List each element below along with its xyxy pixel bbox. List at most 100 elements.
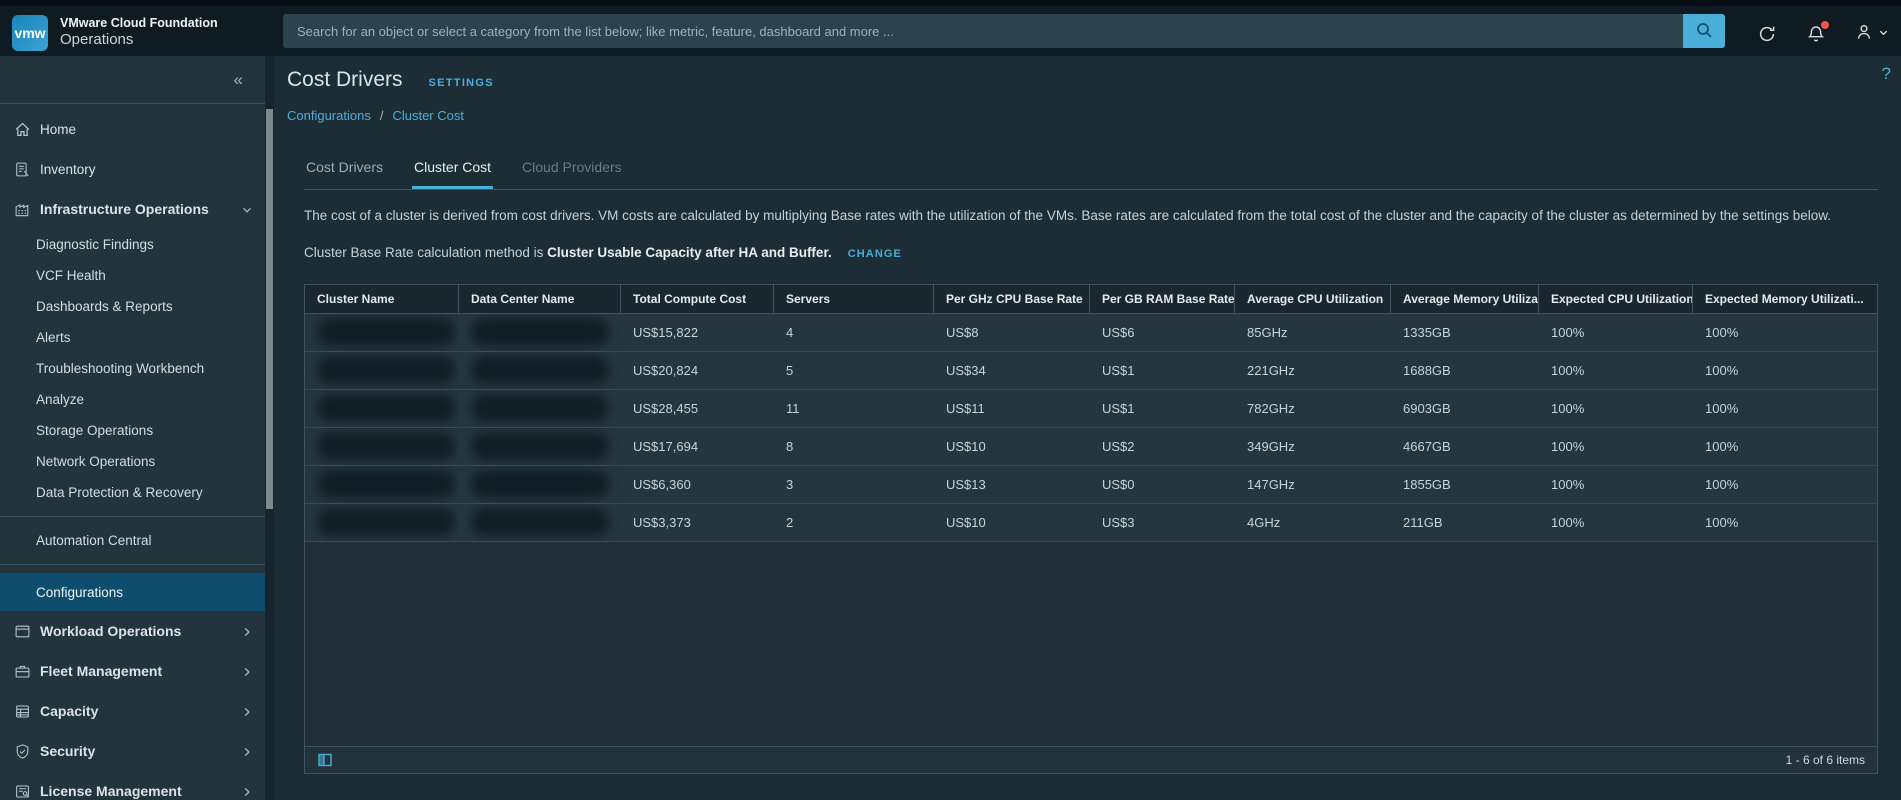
cell-average-cpu-utilization: 4GHz (1247, 514, 1281, 530)
product-subname: Operations (60, 31, 134, 49)
table-row[interactable]: US$17,694 8 US$10 US$2 349GHz 4667GB 100% 100% (305, 427, 1877, 466)
settings-link[interactable]: SETTINGS (429, 77, 494, 89)
sidebar-item-capacity[interactable]: Capacity (0, 691, 265, 731)
cell-total-compute-cost: US$15,822 (633, 324, 699, 340)
redacted-cluster-name (317, 318, 455, 347)
sidebar-item-security[interactable]: Security (0, 731, 265, 771)
cell-average-cpu-utilization: 85GHz (1247, 324, 1288, 340)
top-bar: vmw VMware Cloud Foundation Operations (0, 0, 1901, 56)
cell-expected-memory-utilizati: 100% (1705, 400, 1739, 416)
sidebar-item-fleet-management[interactable]: Fleet Management (0, 651, 265, 691)
cell-per-ghz-cpu-base-rate: US$8 (946, 324, 979, 340)
breadcrumb-configurations[interactable]: Configurations (287, 108, 371, 123)
breadcrumb-cluster-cost[interactable]: Cluster Cost (392, 108, 464, 123)
table-row[interactable]: US$15,822 4 US$8 US$6 85GHz 1335GB 100% 100% (305, 313, 1877, 352)
sidebar-item-label: Network Operations (36, 454, 156, 469)
column-header-average-memory-utilization[interactable]: Average Memory Utilization (1391, 284, 1539, 313)
sidebar-item-license-management[interactable]: License Management (0, 771, 265, 800)
tab-cloud-providers[interactable]: Cloud Providers (520, 153, 624, 189)
sidebar-item-inventory[interactable]: Inventory (0, 149, 265, 189)
cell-average-memory-utilization: 1335GB (1403, 324, 1451, 340)
column-header-expected-memory-utilizati[interactable]: Expected Memory Utilizati... (1693, 285, 1877, 313)
sidebar-scrollbar-thumb[interactable] (266, 109, 273, 509)
redacted-data-center-name (471, 318, 609, 347)
column-header-average-cpu-utilization[interactable]: Average CPU Utilization (1235, 284, 1391, 313)
column-header-total-compute-cost[interactable]: Total Compute Cost (621, 284, 774, 313)
sidebar-item-configurations[interactable]: Configurations (0, 573, 265, 611)
sidebar-item-workload-operations[interactable]: Workload Operations (0, 611, 265, 651)
search-input[interactable] (283, 14, 1683, 48)
help-icon[interactable]: ? (1882, 64, 1891, 84)
cell-total-compute-cost: US$28,455 (633, 400, 699, 416)
sidebar-item-automation-central[interactable]: Automation Central (0, 525, 265, 556)
sidebar-item-label: Security (40, 743, 96, 759)
redacted-cluster-name (317, 508, 455, 537)
brand[interactable]: vmw VMware Cloud Foundation Operations (12, 15, 218, 51)
tab-cluster-cost[interactable]: Cluster Cost (412, 153, 494, 189)
sidebar-item-analyze[interactable]: Analyze (0, 384, 265, 415)
table-row[interactable]: US$3,373 2 US$10 US$3 4GHz 211GB 100% 100% (305, 503, 1877, 542)
sidebar-item-label: Alerts (36, 330, 71, 345)
sidebar-item-dashboards-reports[interactable]: Dashboards & Reports (0, 291, 265, 322)
column-header-servers[interactable]: Servers (774, 284, 934, 313)
cell-cluster-name (305, 314, 459, 351)
sidebar-collapse-button[interactable]: « (0, 56, 265, 104)
column-header-cluster-name[interactable]: Cluster Name (305, 284, 459, 313)
tab-cost-drivers[interactable]: Cost Drivers (304, 153, 385, 189)
column-header-data-center-name[interactable]: Data Center Name (459, 284, 621, 313)
sidebar-item-data-protection-recovery[interactable]: Data Protection & Recovery (0, 477, 265, 508)
cell-expected-memory-utilizati: 100% (1705, 438, 1739, 454)
chevron-down-icon (1878, 25, 1889, 43)
cell-per-ghz-cpu-base-rate: US$11 (946, 400, 985, 416)
cell-average-memory-utilization: 1855GB (1403, 476, 1451, 492)
fleet-icon (14, 663, 31, 680)
cell-expected-memory-utilizati: 100% (1705, 476, 1739, 492)
license-icon (14, 783, 31, 800)
bell-icon[interactable] (1805, 21, 1829, 45)
cell-expected-cpu-utilization: 100% (1551, 362, 1585, 378)
redacted-data-center-name (471, 432, 609, 461)
refresh-icon[interactable] (1756, 23, 1778, 45)
cell-per-gb-ram-base-rate: US$3 (1102, 514, 1135, 530)
breadcrumb-separator: / (379, 108, 384, 123)
sidebar-item-label: Inventory (40, 161, 96, 177)
column-picker-icon[interactable] (317, 752, 333, 768)
cell-average-cpu-utilization: 349GHz (1247, 438, 1295, 454)
sidebar-item-label: Data Protection & Recovery (36, 485, 203, 500)
sidebar-item-storage-operations[interactable]: Storage Operations (0, 415, 265, 446)
cell-cluster-name (305, 428, 459, 465)
redacted-cluster-name (317, 432, 455, 461)
cell-total-compute-cost: US$20,824 (633, 362, 699, 378)
global-search (283, 14, 1725, 48)
column-header-per-gb-ram-base-rate[interactable]: Per GB RAM Base Rate (1090, 284, 1235, 313)
sidebar-item-troubleshooting-workbench[interactable]: Troubleshooting Workbench (0, 353, 265, 384)
chevron-right-icon (241, 665, 253, 677)
sidebar-item-vcf-health[interactable]: VCF Health (0, 260, 265, 291)
sidebar-item-infrastructure-operations[interactable]: Infrastructure Operations (0, 189, 265, 229)
method-prefix: Cluster Base Rate calculation method is (304, 244, 548, 260)
cell-servers: 4 (786, 324, 794, 340)
table-row[interactable]: US$20,824 5 US$34 US$1 221GHz 1688GB 100% 100% (305, 351, 1877, 390)
cell-cluster-name (305, 504, 459, 541)
sidebar-item-alerts[interactable]: Alerts (0, 322, 265, 353)
sidebar-nav: Home Inventory Infrastructure Operations Di… (0, 105, 265, 800)
sidebar-item-home[interactable]: Home (0, 109, 265, 149)
search-button[interactable] (1683, 14, 1725, 48)
sidebar-divider (0, 564, 265, 565)
redacted-cluster-name (317, 470, 455, 499)
sidebar-item-label: Infrastructure Operations (40, 201, 209, 217)
sidebar-item-diagnostic-findings[interactable]: Diagnostic Findings (0, 229, 265, 260)
column-header-per-ghz-cpu-base-rate[interactable]: Per GHz CPU Base Rate (934, 284, 1090, 313)
column-header-expected-cpu-utilization[interactable]: Expected CPU Utilization (1539, 284, 1693, 313)
change-link[interactable]: CHANGE (848, 248, 902, 260)
redacted-cluster-name (317, 394, 455, 423)
breadcrumb: Configurations / Cluster Cost (287, 108, 1879, 123)
cell-expected-cpu-utilization: 100% (1551, 438, 1585, 454)
table-row[interactable]: US$28,455 11 US$11 US$1 782GHz 6903GB 100% 100% (305, 389, 1877, 428)
cluster-cost-table: Cluster Name Data Center Name Total Comput… (304, 283, 1878, 774)
sidebar-item-network-operations[interactable]: Network Operations (0, 446, 265, 477)
user-menu[interactable] (1854, 22, 1889, 47)
sidebar-item-label: VCF Health (36, 268, 106, 283)
table-row[interactable]: US$6,360 3 US$13 US$0 147GHz 1855GB 100% 100% (305, 465, 1877, 504)
sidebar-item-label: Capacity (40, 703, 99, 719)
